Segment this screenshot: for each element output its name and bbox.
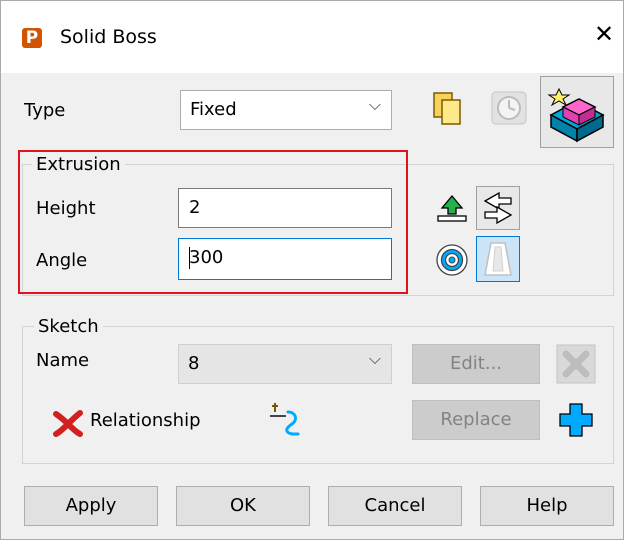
copy-parameters-icon[interactable] — [430, 88, 466, 128]
angle-field[interactable]: 300 — [178, 238, 392, 280]
edit-button[interactable]: Edit... — [412, 344, 540, 384]
angle-value: 300 — [189, 247, 224, 268]
chevron-down-icon: ⌵ — [368, 349, 381, 368]
ok-button[interactable]: OK — [176, 486, 310, 526]
height-field[interactable]: 2 — [178, 188, 392, 228]
apply-button[interactable]: Apply — [24, 486, 158, 526]
type-dropdown[interactable]: Fixed ⌵ — [180, 90, 392, 130]
concentric-circles-icon[interactable] — [432, 238, 472, 282]
extrusion-group-label: Extrusion — [32, 154, 125, 175]
swap-direction-icon[interactable] — [476, 186, 520, 230]
solid-boss-icon[interactable] — [540, 76, 614, 148]
relationship-edit-icon[interactable] — [262, 398, 306, 440]
height-label: Height — [36, 198, 96, 219]
sketch-group-label: Sketch — [34, 316, 103, 337]
close-icon[interactable]: ✕ — [594, 22, 614, 46]
replace-button[interactable]: Replace — [412, 400, 540, 440]
clock-icon — [490, 88, 528, 128]
height-value: 2 — [189, 197, 201, 218]
taper-icon[interactable] — [476, 236, 520, 282]
cancel-button[interactable]: Cancel — [328, 486, 462, 526]
window-title: Solid Boss — [60, 26, 157, 48]
help-button[interactable]: Help — [480, 486, 614, 526]
type-label: Type — [24, 100, 66, 121]
angle-label: Angle — [36, 250, 88, 271]
chevron-down-icon: ⌵ — [368, 95, 381, 114]
sketch-name-value: 8 — [188, 353, 200, 374]
type-value: Fixed — [190, 99, 237, 120]
text-caret — [189, 247, 190, 269]
sketch-name-dropdown[interactable]: 8 ⌵ — [178, 344, 392, 384]
relationship-status-icon — [50, 408, 84, 438]
sketch-name-label: Name — [36, 350, 90, 371]
add-sketch-icon[interactable] — [556, 400, 596, 440]
relationship-label: Relationship — [90, 410, 201, 431]
app-icon: P — [22, 28, 42, 48]
extrude-direction-icon[interactable] — [432, 188, 472, 228]
delete-sketch-icon — [556, 344, 596, 384]
